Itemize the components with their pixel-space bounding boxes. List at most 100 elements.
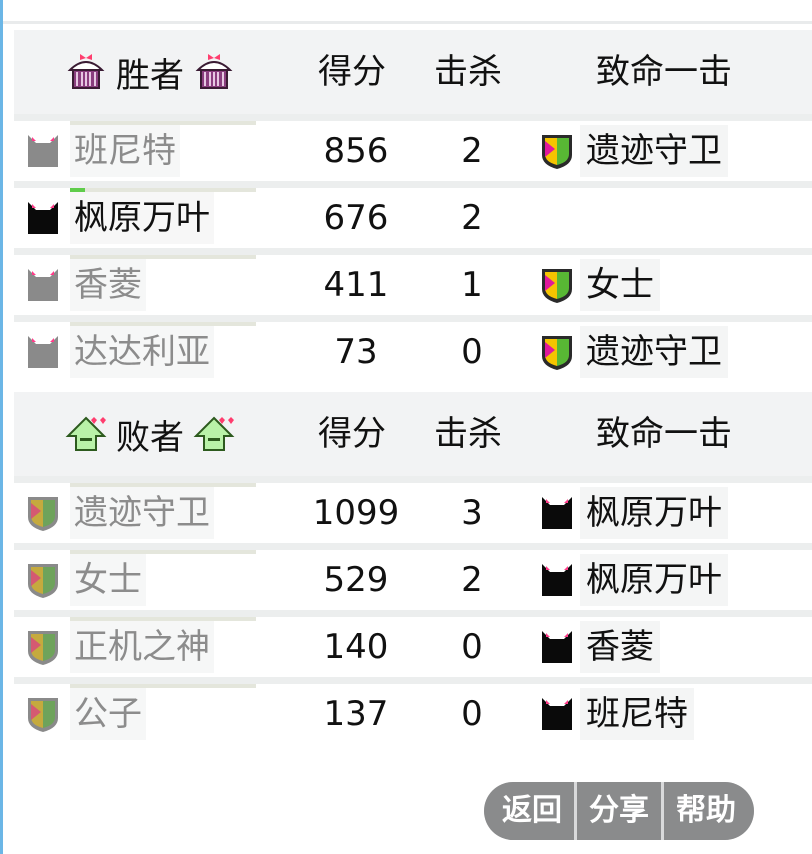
player-score: 411: [323, 265, 389, 305]
gray-cat-avatar: [28, 336, 58, 368]
row-separator: [14, 248, 812, 255]
player-row[interactable]: 正机之神 140 0 香菱: [14, 617, 812, 677]
player-row[interactable]: 遗迹守卫 1099 3 枫原万叶: [14, 483, 812, 543]
shield-icon: [542, 269, 572, 303]
share-button[interactable]: 分享: [577, 782, 664, 840]
player-score: 676: [323, 198, 389, 238]
player-score: 140: [323, 627, 389, 667]
player-score: 1099: [312, 493, 400, 533]
winners-header: 胜者 得分 击杀 致命一击: [14, 30, 812, 114]
killer-name: 枫原万叶: [580, 487, 728, 539]
player-name: 公子: [70, 688, 146, 740]
killer-icon: [538, 560, 576, 600]
player-kills: 0: [461, 332, 483, 372]
cupcake-icon: [67, 54, 105, 89]
finishing-blow: 香菱: [538, 617, 660, 677]
action-button-group: 返回 分享 帮助: [484, 782, 754, 840]
player-kills: 3: [461, 493, 483, 533]
black-cat-icon: [542, 564, 572, 596]
killer-name: 遗迹守卫: [580, 125, 728, 177]
killer-icon: [538, 694, 576, 734]
player-name: 女士: [70, 554, 146, 606]
shield-icon: [542, 135, 572, 169]
row-separator: [14, 114, 812, 121]
player-avatar: [24, 560, 60, 598]
help-button[interactable]: 帮助: [664, 782, 754, 840]
shield-icon: [542, 336, 572, 370]
green-house-icon: [65, 416, 107, 451]
player-name: 达达利亚: [70, 326, 214, 378]
player-avatar: [24, 131, 60, 169]
winners-score-header: 得分: [318, 52, 386, 92]
cupcake-icon: [195, 54, 233, 89]
gray-cat-avatar: [28, 269, 58, 301]
killer-icon: [538, 627, 576, 667]
shield-avatar: [28, 497, 58, 531]
killer-icon: [538, 332, 576, 372]
gray-cat-avatar: [28, 135, 58, 167]
player-row[interactable]: 女士 529 2 枫原万叶: [14, 550, 812, 610]
killer-name: 枫原万叶: [580, 554, 728, 606]
player-score: 73: [334, 332, 378, 372]
player-avatar: [24, 198, 60, 236]
black-cat-icon: [542, 631, 572, 663]
player-score: 137: [323, 694, 389, 734]
winners-title: 胜者: [116, 55, 184, 96]
player-row[interactable]: 枫原万叶 676 2: [14, 188, 812, 248]
player-row[interactable]: 达达利亚 73 0 遗迹守卫: [14, 322, 812, 382]
row-separator: [14, 677, 812, 684]
player-avatar: [24, 265, 60, 303]
shield-avatar: [28, 564, 58, 598]
results-panel: 胜者 得分 击杀 致命一击 班尼特 856 2 遗迹守卫 枫原万叶 676 2 香菱 411 1 女…: [0, 0, 812, 854]
killer-name: 香菱: [580, 621, 660, 673]
player-score: 529: [323, 560, 389, 600]
player-avatar: [24, 627, 60, 665]
player-name: 班尼特: [70, 125, 180, 177]
black-cat-icon: [542, 698, 572, 730]
losers-title-group: 败者: [64, 392, 236, 476]
player-row[interactable]: 班尼特 856 2 遗迹守卫: [14, 121, 812, 181]
winners-finishing-blow-header: 致命一击: [596, 52, 732, 92]
green-house-icon: [193, 416, 235, 451]
finishing-blow: 遗迹守卫: [538, 121, 728, 181]
player-row[interactable]: 香菱 411 1 女士: [14, 255, 812, 315]
player-row[interactable]: 公子 137 0 班尼特: [14, 684, 812, 744]
killer-icon: [538, 131, 576, 171]
player-kills: 0: [461, 627, 483, 667]
losers-title: 败者: [116, 417, 184, 458]
player-avatar: [24, 493, 60, 531]
player-avatar: [24, 694, 60, 732]
shield-avatar: [28, 698, 58, 732]
killer-icon: [538, 265, 576, 305]
black-cat-icon: [542, 497, 572, 529]
shield-avatar: [28, 631, 58, 665]
row-separator: [14, 181, 812, 188]
player-kills: 1: [461, 265, 483, 305]
player-kills: 2: [461, 131, 483, 171]
losers-header: 败者 得分 击杀 致命一击: [14, 392, 812, 476]
row-separator: [14, 543, 812, 550]
player-score: 856: [323, 131, 389, 171]
back-button[interactable]: 返回: [484, 782, 577, 840]
finishing-blow: 女士: [538, 255, 660, 315]
player-name: 正机之神: [70, 621, 214, 673]
player-kills: 0: [461, 694, 483, 734]
losers-kills-header: 击杀: [434, 414, 502, 454]
row-separator: [14, 315, 812, 322]
winners-title-group: 胜者: [64, 30, 236, 114]
finishing-blow: 班尼特: [538, 684, 694, 744]
killer-name: 女士: [580, 259, 660, 311]
black-cat-avatar: [28, 202, 58, 234]
player-kills: 2: [461, 560, 483, 600]
player-name: 遗迹守卫: [70, 487, 214, 539]
losers-finishing-blow-header: 致命一击: [596, 414, 732, 454]
finishing-blow: 遗迹守卫: [538, 322, 728, 382]
panel-left-border: [0, 0, 3, 854]
player-name: 香菱: [70, 259, 146, 311]
killer-icon: [538, 493, 576, 533]
killer-name: 遗迹守卫: [580, 326, 728, 378]
player-avatar: [24, 332, 60, 370]
panel-top-strip: [3, 0, 812, 24]
winners-kills-header: 击杀: [434, 52, 502, 92]
killer-name: 班尼特: [580, 688, 694, 740]
